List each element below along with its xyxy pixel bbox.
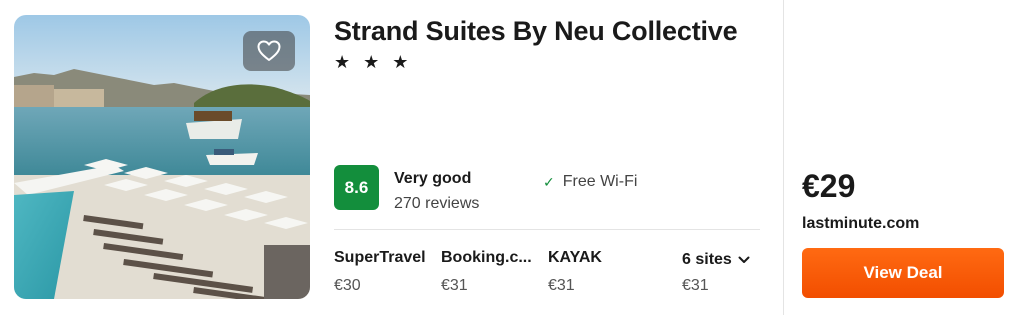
heart-icon: [257, 40, 281, 61]
best-price-provider: lastminute.com: [802, 215, 920, 232]
provider-name: Booking.c...: [441, 249, 532, 266]
review-count[interactable]: 270 reviews: [394, 195, 479, 213]
view-deal-button[interactable]: View Deal: [802, 248, 1004, 298]
provider-price: €31: [441, 277, 468, 294]
hotel-name[interactable]: Strand Suites By Neu Collective: [334, 16, 738, 47]
amenity-label: Free Wi-Fi: [562, 173, 638, 190]
hotel-photo[interactable]: [14, 15, 310, 299]
amenity-wifi: ✓ Free Wi-Fi: [543, 173, 637, 191]
provider-price: €31: [548, 277, 575, 294]
provider-booking[interactable]: Booking.c... €31: [441, 249, 532, 295]
provider-name: KAYAK: [548, 249, 602, 266]
best-price: €29: [802, 168, 856, 204]
rating-score-badge: 8.6: [334, 165, 379, 210]
rating-label: Very good: [394, 170, 472, 187]
provider-supertravel[interactable]: SuperTravel €30: [334, 249, 426, 295]
more-sites-price: €31: [682, 277, 709, 294]
provider-name: SuperTravel: [334, 249, 426, 266]
hotel-result-card: Strand Suites By Neu Collective ★ ★ ★ 8.…: [0, 0, 1024, 315]
star-rating: ★ ★ ★: [334, 52, 413, 72]
provider-price: €30: [334, 277, 361, 294]
divider-vertical: [783, 0, 784, 315]
more-sites-label: 6 sites: [682, 251, 732, 268]
divider: [334, 229, 760, 230]
favorite-button[interactable]: [243, 31, 295, 71]
checkmark-icon: ✓: [543, 173, 555, 190]
chevron-down-icon: [738, 256, 750, 263]
provider-kayak[interactable]: KAYAK €31: [548, 249, 602, 295]
more-sites-dropdown[interactable]: 6 sites: [682, 251, 750, 269]
